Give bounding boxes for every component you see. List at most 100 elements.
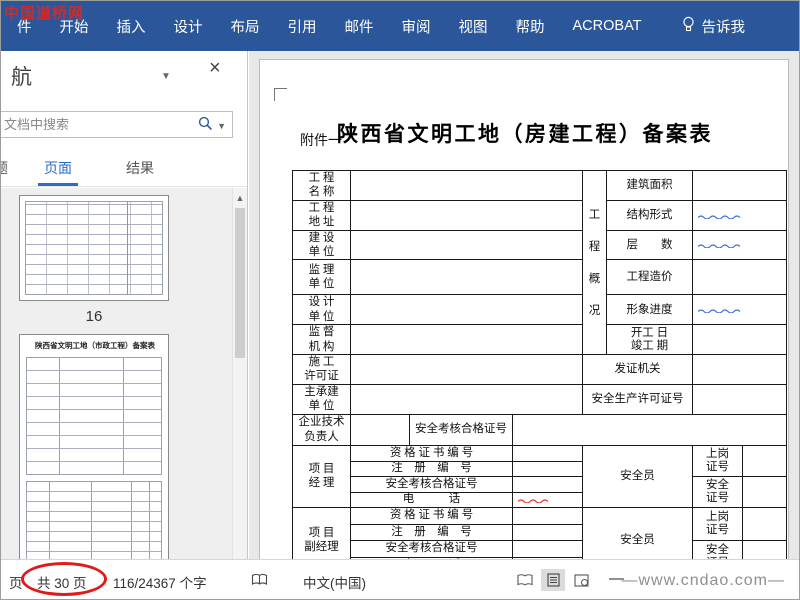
word-count-indicator[interactable]: 116/24367 个字: [113, 572, 207, 592]
thumbnail-divider: [127, 201, 128, 295]
label-safety-officer: 安全员: [582, 506, 693, 559]
table-cell[interactable]: [512, 506, 583, 525]
row-label-construction-permit: 施 工 许可证: [292, 354, 351, 385]
ribbon-tab-design[interactable]: 设计: [160, 1, 217, 52]
watermark-top-left: 中国道桥网: [4, 5, 85, 22]
document-area: 附件一 陕西省文明工地（房建工程）备案表 工 程 名 称 工 程 概 况 建筑面…: [249, 51, 799, 559]
table-cell[interactable]: [692, 199, 787, 231]
filing-form-table: 工 程 名 称 工 程 概 况 建筑面积 工 程 地 址 结构形式 建 设 单 …: [292, 170, 787, 559]
tell-me-label: 告诉我: [701, 19, 746, 36]
sub-label-exam-cert-no: 安全考核合格证号: [350, 539, 513, 558]
ribbon-tab-view[interactable]: 视图: [445, 1, 502, 52]
tab-headings[interactable]: 题: [1, 158, 14, 186]
tell-me-button[interactable]: 告诉我: [682, 16, 746, 37]
table-cell[interactable]: [742, 539, 787, 559]
margin-corner-mark: [274, 88, 287, 101]
table-cell[interactable]: [512, 444, 583, 462]
search-icon: [198, 116, 213, 136]
label-deputy-project-manager: 项 目 副经理: [292, 506, 351, 559]
sub-label-phone: 电 话: [350, 491, 513, 508]
table-cell[interactable]: [350, 354, 583, 385]
label-production-license: 安全生产许可证号: [582, 383, 693, 415]
table-cell[interactable]: [512, 475, 583, 493]
table-cell[interactable]: [350, 259, 583, 296]
table-cell[interactable]: [692, 259, 787, 296]
overview-label-progress: 形象进度: [606, 294, 693, 326]
table-cell[interactable]: [350, 383, 583, 415]
table-cell[interactable]: [512, 539, 583, 558]
document-page[interactable]: 附件一 陕西省文明工地（房建工程）备案表 工 程 名 称 工 程 概 况 建筑面…: [259, 59, 789, 559]
grammar-squiggle-icon: [698, 244, 741, 249]
table-cell[interactable]: [692, 383, 787, 415]
tab-pages[interactable]: 页面: [38, 158, 78, 186]
thumbnails-scrollbar[interactable]: ▲: [232, 188, 247, 561]
word-window: 件 开始 插入 设计 布局 引用 邮件 审阅 视图 帮助 ACROBAT 告诉我…: [0, 0, 800, 600]
page-16-thumbnail[interactable]: [19, 195, 169, 301]
table-cell[interactable]: [692, 354, 787, 385]
chevron-down-icon: ▼: [217, 121, 226, 131]
page-number-label: 16: [85, 308, 103, 325]
table-cell[interactable]: [350, 199, 583, 231]
document-form-title: 陕西省文明工地（房建工程）备案表: [337, 122, 713, 146]
close-icon[interactable]: ×: [209, 57, 221, 80]
language-indicator[interactable]: 中文(中国): [303, 572, 366, 592]
read-mode-button[interactable]: [513, 569, 537, 591]
search-box: ▼: [1, 111, 233, 138]
ribbon-tab-mailings[interactable]: 邮件: [331, 1, 388, 52]
thumbnail-table-sketch: [25, 201, 163, 295]
ribbon-tab-review[interactable]: 审阅: [388, 1, 445, 52]
search-input[interactable]: [4, 112, 164, 137]
web-layout-icon: [573, 573, 589, 587]
watermark-bottom-right: —www.cndao.com—: [621, 572, 785, 589]
table-cell[interactable]: [350, 170, 583, 201]
tab-results[interactable]: 结果: [120, 158, 160, 186]
ribbon-tab-acrobat[interactable]: ACROBAT: [559, 3, 656, 49]
table-cell[interactable]: [512, 491, 583, 508]
print-layout-icon: [546, 573, 560, 587]
row-label-supervision-unit: 监 理 单 位: [292, 259, 351, 296]
row-label-project-name: 工 程 名 称: [292, 170, 351, 201]
print-layout-button[interactable]: [541, 569, 565, 591]
overview-label-dates: 开工 日 竣工 期: [606, 324, 693, 355]
row-label-oversight-agency: 监 督 机 构: [292, 324, 351, 355]
navigation-pane: 航 ▼ × ▼ 题 页面 结果 16 陕西省文明工地（市政工程）备案表: [1, 51, 248, 561]
overview-vertical-label: 工 程 概 况: [582, 170, 607, 355]
table-cell[interactable]: [350, 294, 583, 326]
table-cell[interactable]: [350, 413, 410, 446]
table-cell[interactable]: [692, 294, 787, 326]
page-17-thumbnail[interactable]: 陕西省文明工地（市政工程）备案表: [19, 334, 169, 561]
ribbon-tab-references[interactable]: 引用: [274, 1, 331, 52]
row-label-construction-unit: 建 设 单 位: [292, 229, 351, 261]
table-cell[interactable]: [742, 475, 787, 508]
thumbnail-table-sketch: [26, 481, 162, 561]
web-layout-button[interactable]: [569, 569, 593, 591]
grammar-squiggle-icon: [698, 215, 741, 219]
scroll-up-icon[interactable]: ▲: [233, 190, 247, 206]
ribbon-tab-help[interactable]: 帮助: [502, 1, 559, 52]
table-cell[interactable]: [350, 229, 583, 261]
table-cell[interactable]: [350, 324, 583, 355]
table-cell[interactable]: [512, 460, 583, 477]
table-cell[interactable]: [692, 170, 787, 201]
table-cell[interactable]: [692, 229, 787, 261]
table-cell[interactable]: [742, 444, 787, 477]
search-controls[interactable]: ▼: [198, 116, 226, 136]
label-post-cert: 上岗 证号: [692, 506, 743, 541]
overview-label-structure: 结构形式: [606, 199, 693, 231]
chevron-down-icon[interactable]: ▼: [161, 71, 171, 82]
ribbon-tab-layout[interactable]: 布局: [217, 1, 274, 52]
table-cell[interactable]: [692, 324, 787, 355]
label-safety-cert: 安全 证号: [692, 475, 743, 508]
thumbnail-table-sketch: [26, 357, 162, 475]
ribbon: 件 开始 插入 设计 布局 引用 邮件 审阅 视图 帮助 ACROBAT 告诉我: [1, 1, 799, 52]
page-thumbnails: 16 陕西省文明工地（市政工程）备案表 ▲: [1, 188, 247, 561]
table-cell[interactable]: [742, 506, 787, 541]
table-cell[interactable]: [512, 523, 583, 541]
scrollbar-thumb[interactable]: [235, 208, 245, 358]
lightbulb-icon: [682, 16, 695, 37]
table-cell[interactable]: [512, 413, 787, 446]
proofing-icon[interactable]: [251, 573, 268, 590]
ribbon-tab-insert[interactable]: 插入: [103, 1, 160, 52]
overview-label-area: 建筑面积: [606, 170, 693, 201]
page-indicator-fragment: 页: [9, 576, 23, 591]
